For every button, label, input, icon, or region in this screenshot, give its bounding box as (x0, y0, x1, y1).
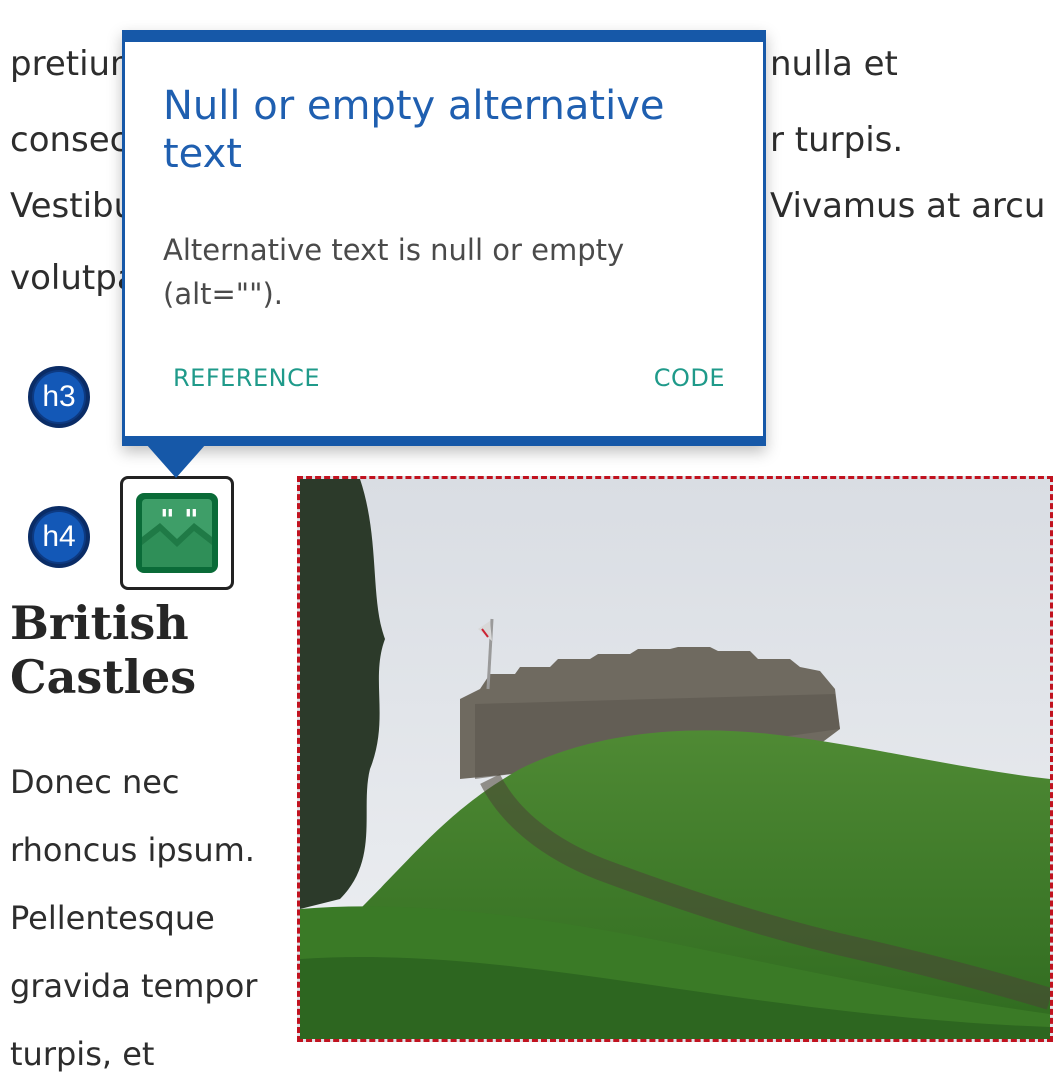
intro-line-2-right: r turpis. (770, 120, 904, 160)
svg-text:": " (184, 503, 199, 536)
code-link[interactable]: CODE (654, 364, 725, 392)
h4-badge-label: h4 (34, 512, 84, 562)
h3-badge-label: h3 (34, 372, 84, 422)
paragraph-line-1: Donec nec (10, 763, 180, 801)
intro-line-4-left: volutpa (10, 258, 138, 298)
castle-photo-illustration (300, 479, 1050, 1039)
tooltip-arrow (146, 444, 206, 478)
intro-line-3-right: Vivamus at arcu (770, 186, 1046, 226)
h4-badge[interactable]: h4 (28, 506, 90, 568)
intro-line-2-left: consec (10, 120, 129, 160)
intro-line-3-left: Vestibu (10, 186, 136, 226)
issue-tooltip: Null or empty alternative text Alternati… (122, 30, 766, 446)
paragraph-line-2: rhoncus ipsum. (10, 831, 255, 869)
svg-text:": " (160, 503, 175, 536)
alt-issue-button[interactable]: " " (120, 476, 234, 590)
tooltip-title: Null or empty alternative text (163, 83, 665, 177)
section-heading: British Castles (10, 596, 196, 704)
section-heading-line2: Castles (10, 650, 197, 704)
tooltip-body: Alternative text is null or empty (alt="… (163, 233, 625, 311)
section-heading-line1: British (10, 596, 189, 650)
paragraph-line-5: turpis, et (10, 1035, 155, 1073)
castle-image (297, 476, 1053, 1042)
reference-link[interactable]: REFERENCE (173, 364, 320, 392)
image-quote-icon: " " (136, 493, 218, 573)
paragraph-line-3: Pellentesque (10, 899, 215, 937)
h3-badge[interactable]: h3 (28, 366, 90, 428)
paragraph-line-4: gravida tempor (10, 967, 258, 1005)
intro-line-1-right: nulla et (770, 44, 898, 84)
